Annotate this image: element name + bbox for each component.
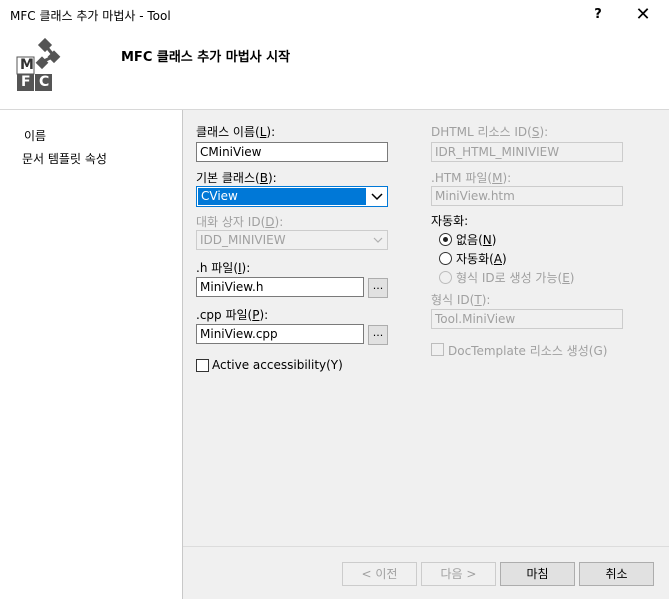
base-class-value: CView <box>198 188 366 205</box>
active-accessibility-label: Active accessibility(Y) <box>212 358 343 372</box>
bottom-divider <box>183 546 669 547</box>
logo-letter-c: C <box>39 74 50 90</box>
cpp-file-label: .cpp 파일(P): <box>196 308 269 322</box>
nav-item-name[interactable]: 이름 <box>24 127 46 144</box>
automation-auto-radio[interactable] <box>439 252 452 265</box>
automation-none-radio[interactable] <box>439 233 452 246</box>
wizard-header <box>0 30 669 110</box>
class-name-label: 클래스 이름(L): <box>196 125 276 139</box>
window-title: MFC 클래스 추가 마법사 - Tool <box>10 9 171 23</box>
nav-divider <box>182 110 183 599</box>
type-id-label: 형식 ID(T): <box>431 293 491 307</box>
automation-createable-label: 형식 ID로 생성 가능(E) <box>456 271 575 285</box>
doctemplate-label: DocTemplate 리소스 생성(G) <box>448 344 608 358</box>
cancel-button[interactable]: 취소 <box>579 562 654 586</box>
doctemplate-checkbox[interactable] <box>431 343 444 356</box>
chevron-down-icon <box>373 237 383 243</box>
next-button[interactable]: 다음 > <box>421 562 496 586</box>
h-file-label: .h 파일(I): <box>196 261 251 275</box>
type-id-input[interactable]: Tool.MiniView <box>431 309 623 329</box>
dialog-id-value: IDD_MINIVIEW <box>200 233 286 247</box>
logo-letter-m: M <box>20 57 34 73</box>
logo-letter-f: F <box>21 74 31 90</box>
cpp-file-input[interactable]: MiniView.cpp <box>196 324 364 344</box>
base-class-select[interactable]: CView <box>196 186 388 207</box>
nav-item-doc-template[interactable]: 문서 템플릿 속성 <box>22 150 107 167</box>
finish-button[interactable]: 마침 <box>500 562 575 586</box>
help-button[interactable]: ? <box>586 4 610 26</box>
cpp-file-browse-button[interactable]: ... <box>368 325 388 345</box>
htm-file-input[interactable]: MiniView.htm <box>431 186 623 206</box>
close-button[interactable]: ✕ <box>630 4 656 26</box>
header-title: MFC 클래스 추가 마법사 시작 <box>121 50 291 65</box>
automation-label: 자동화: <box>431 214 469 228</box>
wizard-nav <box>0 110 182 599</box>
automation-none-label: 없음(N) <box>456 233 497 247</box>
htm-file-label: .HTM 파일(M): <box>431 171 512 185</box>
automation-auto-label: 자동화(A) <box>456 252 507 266</box>
chevron-down-icon <box>371 193 383 201</box>
automation-createable-radio[interactable] <box>439 271 452 284</box>
dhtml-resource-label: DHTML 리소스 ID(S): <box>431 125 549 139</box>
h-file-input[interactable]: MiniView.h <box>196 277 364 297</box>
base-class-label: 기본 클래스(B): <box>196 171 277 185</box>
active-accessibility-checkbox[interactable] <box>196 359 209 372</box>
dialog-id-label: 대화 상자 ID(D): <box>196 215 284 229</box>
dialog-id-select[interactable]: IDD_MINIVIEW <box>196 230 388 250</box>
radio-selected-dot <box>443 237 448 242</box>
previous-button[interactable]: < 이전 <box>342 562 417 586</box>
h-file-browse-button[interactable]: ... <box>368 278 388 298</box>
class-name-input[interactable]: CMiniView <box>196 142 388 162</box>
dhtml-resource-input[interactable]: IDR_HTML_MINIVIEW <box>431 142 623 162</box>
